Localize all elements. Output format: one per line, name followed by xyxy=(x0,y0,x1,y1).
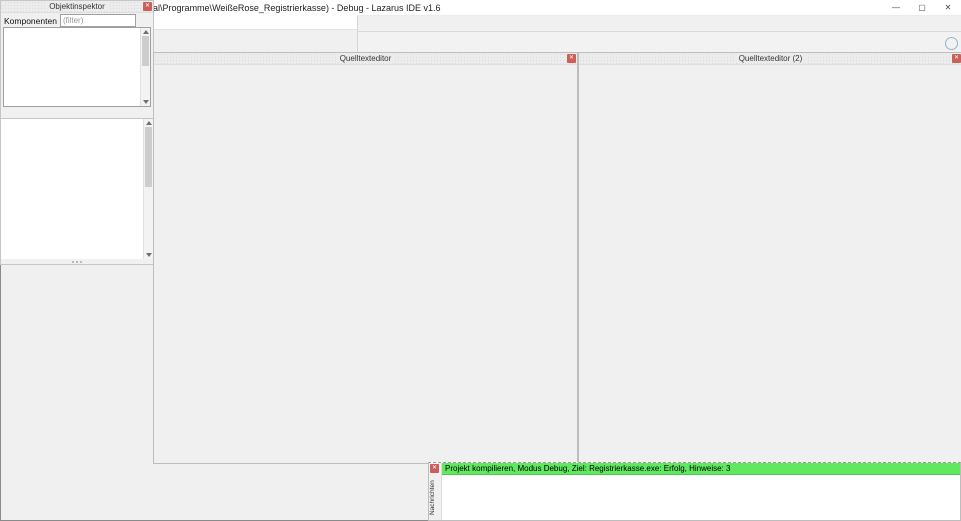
splitter-handle[interactable] xyxy=(1,259,153,264)
source-editor-window-2: Quelltexteditor (2) ✕ xyxy=(578,52,961,464)
inspector-tabs xyxy=(1,105,153,118)
close-icon[interactable]: ✕ xyxy=(430,464,439,473)
scrollbar[interactable] xyxy=(143,119,153,259)
palette-options-icon[interactable] xyxy=(945,37,958,50)
close-button[interactable]: ✕ xyxy=(935,0,961,15)
object-inspector-header: Objektinspektor ✕ xyxy=(1,1,153,13)
inspector-options-icon[interactable] xyxy=(139,15,150,26)
lazarus-ide-window: { "window": { "title": "Registrierkasse … xyxy=(0,0,961,521)
messages-panel: ✕ Nachrichten Projekt kompilieren, Modus… xyxy=(428,462,961,521)
object-inspector-panel: Objektinspektor ✕ Komponenten xyxy=(0,0,154,265)
build-success-message[interactable]: Projekt kompilieren, Modus Debug, Ziel: … xyxy=(442,463,960,475)
palette-tabs xyxy=(358,16,961,31)
messages-tab[interactable]: Nachrichten xyxy=(429,475,441,520)
component-palette xyxy=(357,16,961,54)
property-grid xyxy=(1,118,153,259)
messages-tab-strip: ✕ Nachrichten xyxy=(429,463,442,520)
close-icon[interactable]: ✕ xyxy=(143,2,152,11)
source-editor-window: Quelltexteditor ✕ xyxy=(153,52,578,464)
maximize-button[interactable]: ▢ xyxy=(909,0,935,15)
minimize-button[interactable]: — xyxy=(883,0,909,15)
editor-title: Quelltexteditor xyxy=(336,54,396,63)
object-inspector-title: Objektinspektor xyxy=(45,2,109,11)
close-icon[interactable]: ✕ xyxy=(567,54,576,63)
components-row: Komponenten xyxy=(1,13,153,28)
editor-title: Quelltexteditor (2) xyxy=(735,54,807,63)
component-tree xyxy=(3,27,151,107)
components-label: Komponenten xyxy=(4,16,57,26)
window-controls: —▢✕ xyxy=(883,0,961,15)
scrollbar[interactable] xyxy=(140,28,150,106)
close-icon[interactable]: ✕ xyxy=(952,54,961,63)
messages-list: Projekt kompilieren, Modus Debug, Ziel: … xyxy=(442,463,960,520)
palette-icons xyxy=(358,31,961,54)
editor-header: Quelltexteditor ✕ xyxy=(154,53,577,65)
editor-header: Quelltexteditor (2) ✕ xyxy=(579,53,961,65)
components-filter-input[interactable] xyxy=(60,14,136,27)
